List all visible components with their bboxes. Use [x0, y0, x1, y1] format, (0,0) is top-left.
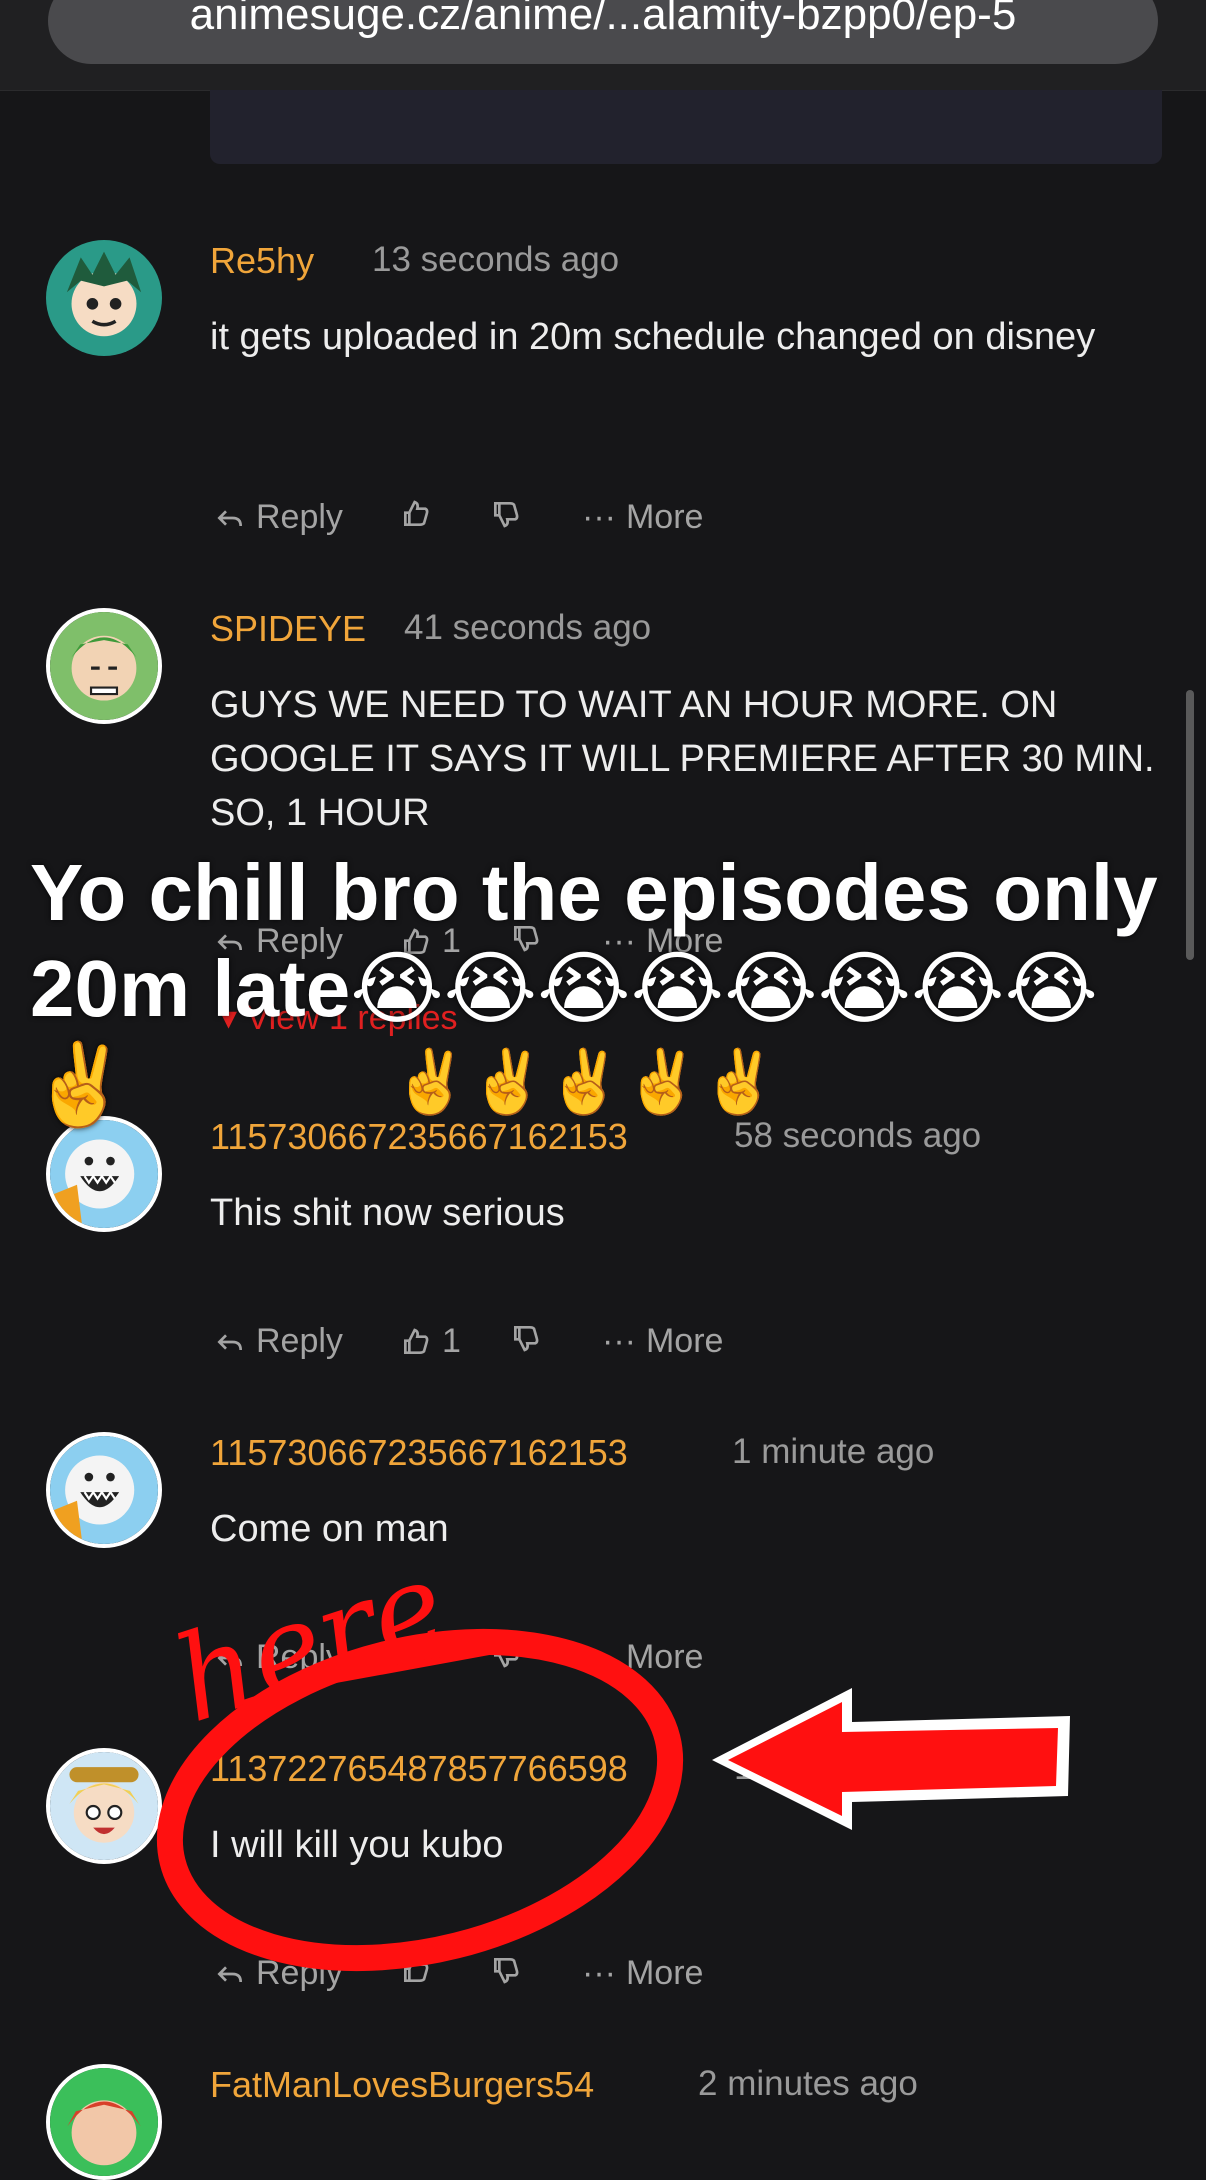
comment-timestamp: 41 seconds ago — [404, 608, 652, 647]
avatar[interactable] — [46, 1748, 162, 1864]
like-button[interactable] — [400, 498, 432, 530]
more-button[interactable]: ··· More — [582, 498, 703, 537]
comment-text: GUYS WE NEED TO WAIT AN HOUR MORE. ON GO… — [210, 684, 1155, 834]
comment-username[interactable]: Re5hy — [210, 240, 314, 282]
dislike-button[interactable] — [490, 498, 522, 530]
more-label: More — [645, 1322, 724, 1360]
reply-icon — [217, 1333, 242, 1350]
reply-label: Reply — [256, 1638, 343, 1676]
thumbs-up-icon — [404, 1327, 429, 1354]
reply-label: Reply — [256, 498, 343, 536]
reply-icon — [217, 1965, 242, 1982]
more-dots-icon: ··· — [582, 498, 616, 536]
avatar[interactable] — [46, 1116, 162, 1232]
reply-button[interactable]: Reply — [214, 1322, 343, 1361]
thumbs-up-icon — [404, 1956, 429, 1982]
more-button[interactable]: ··· More — [582, 1954, 703, 1993]
comment-timestamp: 1 minute ago — [734, 1748, 937, 1787]
more-dots-icon: ··· — [582, 1954, 616, 1992]
reply-label: Reply — [256, 1322, 343, 1360]
thumbs-down-icon — [494, 1958, 519, 1984]
scrollbar[interactable] — [1186, 690, 1194, 960]
avatar[interactable] — [46, 2064, 162, 2180]
comment-text: This shit now serious — [210, 1192, 565, 1234]
comment-username[interactable]: FatManLovesBurgers54 — [210, 2064, 594, 2106]
avatar[interactable] — [46, 608, 162, 724]
like-button[interactable] — [400, 1954, 432, 1986]
thumbs-down-icon — [494, 1642, 519, 1668]
reply-button[interactable]: Reply — [214, 1638, 343, 1677]
more-button[interactable]: ··· More — [602, 1322, 723, 1361]
like-button[interactable]: 1 — [400, 1322, 461, 1361]
reply-icon — [217, 1649, 242, 1666]
comment-text: Come on man — [210, 1508, 449, 1550]
previous-comment-quote-box — [210, 90, 1162, 164]
address-bar-url: animesuge.cz/anime/...alamity-bzpp0/ep-5 — [189, 0, 1017, 39]
dislike-button[interactable] — [490, 1638, 522, 1670]
comment-timestamp: 13 seconds ago — [372, 240, 620, 279]
more-label: More — [625, 1638, 704, 1676]
thumbs-up-icon — [404, 500, 429, 526]
avatar[interactable] — [46, 1432, 162, 1548]
comment-username[interactable]: SPIDEYE — [210, 608, 366, 650]
comment-username[interactable]: 113722765487857766598 — [210, 1748, 628, 1790]
more-label: More — [625, 498, 704, 536]
more-dots-icon: ··· — [582, 1638, 616, 1676]
reply-label: Reply — [256, 1954, 343, 1992]
thumbs-down-icon — [494, 502, 519, 528]
avatar[interactable] — [46, 240, 162, 356]
comment-username[interactable]: 115730667235667162153 — [210, 1432, 628, 1474]
more-label: More — [625, 1954, 704, 1992]
dislike-button[interactable] — [490, 1954, 522, 1986]
like-button[interactable] — [400, 1638, 432, 1670]
more-button[interactable]: ··· More — [582, 1638, 703, 1677]
reply-icon — [217, 509, 242, 526]
comment-text: I will kill you kubo — [210, 1824, 504, 1866]
reply-button[interactable]: Reply — [214, 1954, 343, 1993]
thumbs-down-icon — [514, 1326, 539, 1352]
thumbs-up-icon — [404, 1640, 429, 1666]
dislike-button[interactable] — [510, 1322, 542, 1354]
meme-caption-emoji: ✌️✌️✌️✌️✌️ — [392, 1048, 778, 1117]
more-dots-icon: ··· — [602, 1322, 636, 1360]
browser-top-bar: animesuge.cz/anime/...alamity-bzpp0/ep-5 — [0, 0, 1206, 91]
like-count: 1 — [442, 1322, 461, 1360]
comment-timestamp: 1 minute ago — [732, 1432, 935, 1471]
reply-button[interactable]: Reply — [214, 498, 343, 537]
comment-timestamp: 2 minutes ago — [698, 2064, 918, 2103]
comment-text: it gets uploaded in 20m schedule changed… — [210, 316, 1096, 358]
